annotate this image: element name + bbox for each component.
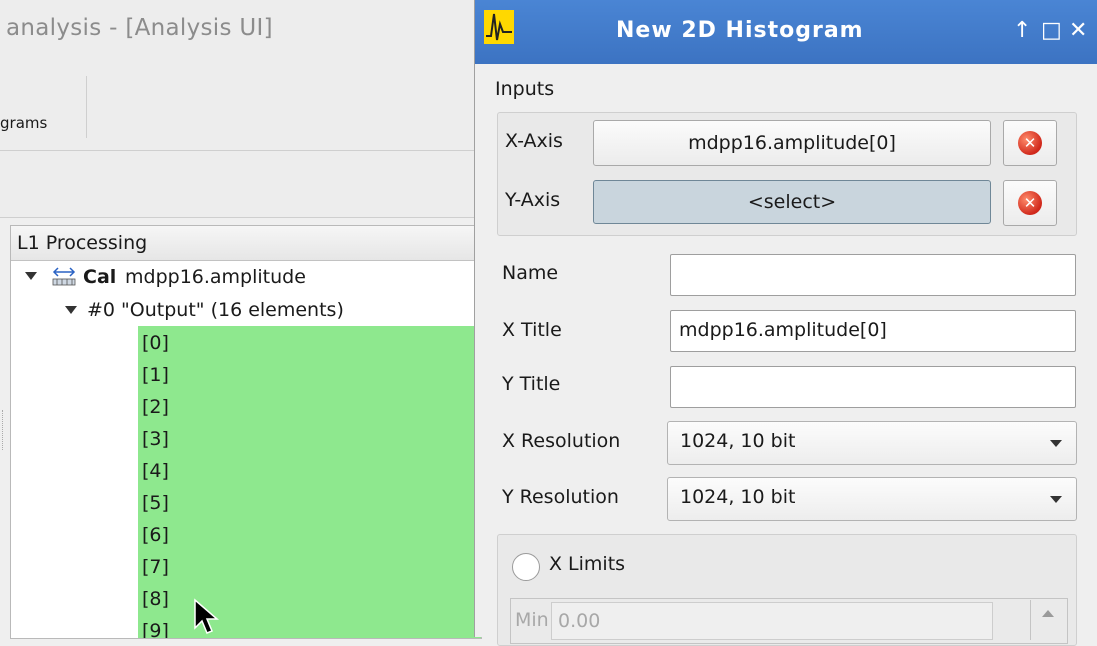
list-item[interactable]: [8] bbox=[142, 588, 169, 610]
output-node[interactable]: #0 "Output" (16 elements) bbox=[87, 299, 344, 321]
operator-kind: Cal bbox=[83, 266, 117, 288]
chevron-down-icon bbox=[1050, 440, 1062, 447]
y-title-field[interactable] bbox=[670, 366, 1076, 408]
new-2d-histogram-dialog: New 2D Histogram ↑ □ ✕ Inputs X-Axis mdp… bbox=[474, 0, 1097, 646]
operator-name[interactable]: mdpp16.amplitude bbox=[125, 266, 306, 288]
main-window-title: analysis - [Analysis UI] bbox=[6, 15, 273, 41]
x-limits-label: X Limits bbox=[549, 553, 626, 575]
x-resolution-value: 1024, 10 bit bbox=[680, 430, 796, 452]
maximize-icon[interactable]: □ bbox=[1041, 18, 1062, 43]
x-resolution-label: X Resolution bbox=[502, 430, 621, 452]
y-axis-value: <select> bbox=[747, 191, 837, 213]
x-limits-min-row: Min 0.00 bbox=[510, 598, 1068, 644]
y-resolution-select[interactable]: 1024, 10 bit bbox=[667, 477, 1077, 521]
x-title-field[interactable]: mdpp16.amplitude[0] bbox=[670, 310, 1076, 352]
list-item[interactable]: [1] bbox=[142, 364, 169, 386]
x-title-label: X Title bbox=[502, 319, 562, 341]
close-icon[interactable]: ✕ bbox=[1069, 18, 1087, 43]
toolbar-band bbox=[0, 151, 480, 218]
min-spinbox[interactable]: 0.00 bbox=[551, 602, 993, 640]
inputs-label: Inputs bbox=[495, 78, 555, 100]
clear-icon: ✕ bbox=[1018, 191, 1042, 215]
mouse-cursor-icon bbox=[194, 598, 220, 634]
y-axis-label: Y-Axis bbox=[505, 189, 561, 211]
toolbar-separator bbox=[86, 76, 87, 138]
expand-arrow-icon[interactable] bbox=[65, 306, 77, 314]
x-axis-select-button[interactable]: mdpp16.amplitude[0] bbox=[593, 120, 991, 166]
list-item[interactable]: [2] bbox=[142, 396, 169, 418]
y-title-label: Y Title bbox=[502, 373, 561, 395]
expand-arrow-icon[interactable] bbox=[25, 272, 37, 280]
tree-header-label: L1 Processing bbox=[17, 232, 148, 254]
list-item[interactable]: [4] bbox=[142, 460, 169, 482]
main-window-title-bar: analysis - [Analysis UI] bbox=[0, 0, 480, 63]
y-resolution-value: 1024, 10 bit bbox=[680, 486, 796, 508]
dialog-title-bar[interactable]: New 2D Histogram ↑ □ ✕ bbox=[475, 0, 1097, 64]
min-value: 0.00 bbox=[558, 610, 601, 632]
calibration-icon bbox=[52, 267, 76, 286]
min-spin-buttons[interactable] bbox=[1030, 600, 1065, 640]
list-item[interactable]: [5] bbox=[142, 492, 169, 514]
list-item[interactable]: [6] bbox=[142, 524, 169, 546]
x-title-value: mdpp16.amplitude[0] bbox=[679, 319, 887, 341]
list-item[interactable]: [9] bbox=[142, 620, 169, 638]
y-axis-select-button[interactable]: <select> bbox=[593, 180, 991, 224]
y-axis-clear-button[interactable]: ✕ bbox=[1003, 180, 1057, 226]
selected-elements-highlight bbox=[138, 326, 481, 638]
clear-icon: ✕ bbox=[1018, 131, 1042, 155]
app-logo-icon bbox=[484, 10, 514, 44]
spin-up-icon[interactable] bbox=[1042, 610, 1054, 617]
x-axis-value: mdpp16.amplitude[0] bbox=[688, 132, 896, 154]
name-field[interactable] bbox=[670, 254, 1076, 296]
list-item[interactable]: [7] bbox=[142, 556, 169, 578]
list-item[interactable]: [3] bbox=[142, 428, 169, 450]
pin-icon[interactable]: ↑ bbox=[1013, 18, 1031, 43]
chevron-down-icon bbox=[1050, 496, 1062, 503]
min-label: Min bbox=[515, 609, 549, 631]
dialog-title: New 2D Histogram bbox=[616, 18, 864, 43]
main-toolbar: grams bbox=[0, 62, 480, 151]
processing-tree[interactable]: L1 Processing Cal mdpp16.amplitude #0 "O… bbox=[10, 225, 482, 639]
splitter-handle[interactable] bbox=[2, 410, 6, 450]
x-axis-clear-button[interactable]: ✕ bbox=[1003, 120, 1057, 166]
name-label: Name bbox=[502, 262, 559, 284]
toolbar-histograms-button[interactable]: grams bbox=[0, 114, 47, 132]
x-axis-label: X-Axis bbox=[505, 130, 563, 152]
x-limits-radio[interactable] bbox=[512, 553, 540, 581]
tree-header[interactable]: L1 Processing bbox=[11, 226, 481, 261]
y-resolution-label: Y Resolution bbox=[502, 486, 619, 508]
x-resolution-select[interactable]: 1024, 10 bit bbox=[667, 421, 1077, 465]
list-item[interactable]: [0] bbox=[142, 332, 169, 354]
